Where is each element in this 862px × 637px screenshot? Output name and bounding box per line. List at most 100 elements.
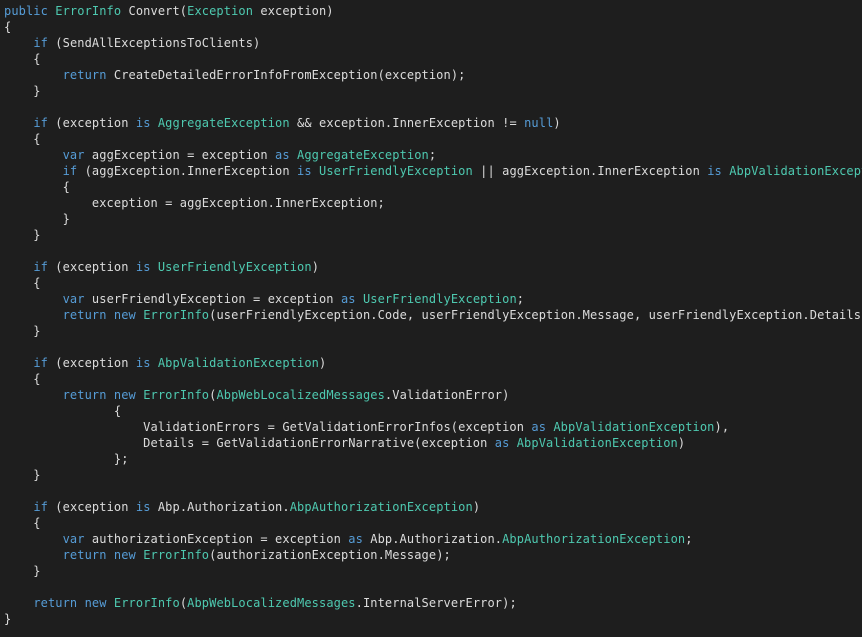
code-line[interactable]: }: [0, 563, 862, 579]
code-line[interactable]: var authorizationException = exception a…: [0, 531, 862, 547]
code-text: ;: [685, 532, 693, 546]
code-line[interactable]: }: [0, 611, 862, 627]
code-line[interactable]: var userFriendlyException = exception as…: [0, 291, 862, 307]
code-text: ;: [428, 148, 437, 162]
code-line[interactable]: if (exception is Abp.Authorization.AbpAu…: [0, 499, 862, 515]
code-line[interactable]: }: [0, 83, 862, 99]
code-line[interactable]: }: [0, 323, 862, 339]
code-line[interactable]: {: [0, 179, 862, 195]
keyword-token: new: [113, 388, 136, 402]
code-line[interactable]: [0, 99, 862, 115]
code-line[interactable]: return new ErrorInfo(AbpWebLocalizedMess…: [0, 387, 862, 403]
code-line[interactable]: [0, 339, 862, 355]
code-text: ): [677, 436, 686, 450]
type-token: AbpWebLocalizedMessages: [187, 596, 356, 610]
code-text: Details = GetValidationErrorNarrative(ex…: [4, 436, 495, 450]
code-editor[interactable]: public ErrorInfo Convert(Exception excep…: [0, 0, 862, 637]
code-line[interactable]: }: [0, 467, 862, 483]
code-text: }: [4, 612, 12, 626]
code-line[interactable]: if (exception is UserFriendlyException): [0, 259, 862, 275]
code-text: {: [4, 20, 12, 34]
type-token: ErrorInfo: [143, 548, 210, 562]
code-text: exception): [253, 4, 334, 18]
code-text: exception = aggException.InnerException;: [4, 196, 385, 210]
code-line[interactable]: exception = aggException.InnerException;: [0, 195, 862, 211]
code-text: {: [4, 372, 41, 386]
code-text: (SendAllExceptionsToClients): [47, 36, 261, 50]
code-line[interactable]: {: [0, 131, 862, 147]
keyword-token: null: [524, 116, 554, 130]
code-line[interactable]: {: [0, 19, 862, 35]
keyword-token: is: [135, 116, 151, 130]
keyword-token: as: [275, 148, 290, 162]
type-token: Exception: [187, 4, 254, 18]
keyword-token: public: [4, 4, 48, 18]
type-token: AggregateException: [297, 148, 429, 162]
code-line[interactable]: return new ErrorInfo(userFriendlyExcepti…: [0, 307, 862, 323]
keyword-token: var: [62, 532, 85, 546]
code-line[interactable]: [0, 483, 862, 499]
code-text: {: [4, 52, 41, 66]
code-text: Abp.Authorization.: [150, 500, 290, 514]
code-line[interactable]: [0, 579, 862, 595]
type-token: AbpValidationException: [553, 420, 715, 434]
keyword-token: as: [531, 420, 547, 434]
type-token: AbpValidationException: [157, 356, 320, 370]
code-line[interactable]: return new ErrorInfo(authorizationExcept…: [0, 547, 862, 563]
code-line[interactable]: public ErrorInfo Convert(Exception excep…: [0, 3, 862, 19]
code-line[interactable]: Details = GetValidationErrorNarrative(ex…: [0, 435, 862, 451]
code-line[interactable]: return CreateDetailedErrorInfoFromExcept…: [0, 67, 862, 83]
code-line[interactable]: if (aggException.InnerException is UserF…: [0, 163, 862, 179]
code-text: userFriendlyException = exception: [84, 292, 341, 306]
code-line[interactable]: }: [0, 227, 862, 243]
keyword-token: is: [297, 164, 312, 178]
code-line[interactable]: };: [0, 451, 862, 467]
code-text: Convert(: [121, 4, 188, 18]
code-text: }: [4, 228, 41, 242]
code-text: .ValidationError): [384, 388, 510, 402]
code-text: authorizationException = exception: [84, 532, 349, 546]
code-line[interactable]: {: [0, 371, 862, 387]
code-text: (exception: [47, 356, 136, 370]
type-token: ErrorInfo: [55, 4, 122, 18]
keyword-token: return: [62, 308, 107, 322]
keyword-token: var: [62, 148, 85, 162]
code-line[interactable]: var aggException = exception as Aggregat…: [0, 147, 862, 163]
code-line[interactable]: {: [0, 51, 862, 67]
code-text: ),: [714, 420, 730, 434]
code-text: }: [4, 212, 70, 226]
keyword-token: as: [340, 292, 356, 306]
code-line[interactable]: {: [0, 515, 862, 531]
code-line[interactable]: }: [0, 211, 862, 227]
keyword-token: if: [33, 356, 48, 370]
code-line[interactable]: if (exception is AggregateException && e…: [0, 115, 862, 131]
code-text: ): [319, 356, 327, 370]
type-token: ErrorInfo: [143, 388, 210, 402]
code-line[interactable]: if (SendAllExceptionsToClients): [0, 35, 862, 51]
code-text: (userFriendlyException.Code, userFriendl…: [209, 308, 862, 322]
code-text: }: [4, 324, 41, 338]
code-line[interactable]: {: [0, 275, 862, 291]
type-token: AggregateException: [157, 116, 290, 130]
code-line[interactable]: if (exception is AbpValidationException): [0, 355, 862, 371]
code-line[interactable]: {: [0, 403, 862, 419]
keyword-token: is: [135, 356, 151, 370]
keyword-token: new: [113, 548, 136, 562]
type-token: ErrorInfo: [143, 308, 210, 322]
code-line[interactable]: ValidationErrors = GetValidationErrorInf…: [0, 419, 862, 435]
code-line[interactable]: [0, 243, 862, 259]
code-line[interactable]: return new ErrorInfo(AbpWebLocalizedMess…: [0, 595, 862, 611]
